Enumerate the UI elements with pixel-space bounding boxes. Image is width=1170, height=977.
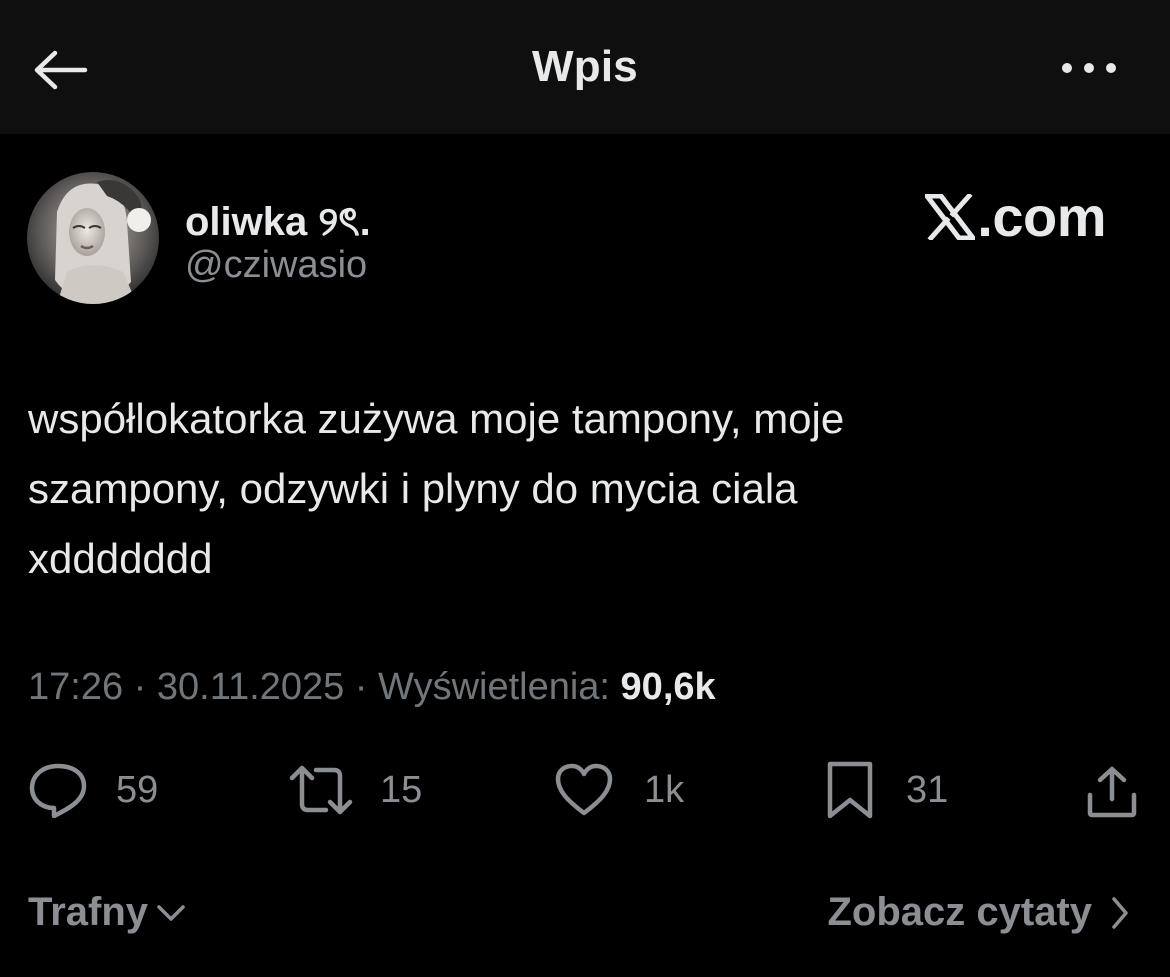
bookmark-button[interactable]: 31 <box>826 760 948 820</box>
repost-icon <box>289 765 353 815</box>
tweet-date[interactable]: 30.11.2025 <box>157 666 344 708</box>
meta-separator: · <box>123 666 157 708</box>
reply-button[interactable]: 59 <box>28 760 158 820</box>
avatar-photo <box>27 172 159 304</box>
quotes-label: Zobacz cytaty <box>827 890 1092 934</box>
tweet-line: szampony, odzywki i plyny do mycia ciala <box>28 465 798 512</box>
bookmark-icon <box>827 761 873 819</box>
more-options-button[interactable] <box>1054 48 1124 88</box>
share-icon <box>1087 766 1137 818</box>
like-button[interactable]: 1k <box>554 760 684 820</box>
repost-count: 15 <box>380 768 423 811</box>
tweet-text: współlokatorka zużywa moje tampony, moje… <box>28 384 1128 594</box>
author-handle[interactable]: @cziwasio <box>185 244 367 287</box>
tweet-time[interactable]: 17:26 <box>28 666 123 708</box>
heart-icon <box>555 763 613 816</box>
tweet-line: xddddddd <box>28 535 213 582</box>
top-bar: Wpis <box>0 0 1170 134</box>
meta-separator: · <box>344 666 379 708</box>
repost-button[interactable]: 15 <box>288 760 422 820</box>
chevron-down-icon <box>157 904 185 921</box>
views-label: Wyświetlenia: <box>378 666 621 708</box>
watermark-text: .com <box>977 185 1106 248</box>
sort-selector[interactable]: Trafny <box>28 890 186 935</box>
tweet-meta: 17:26 · 30.11.2025 · Wyświetlenia: 90,6k <box>28 666 716 709</box>
page-title: Wpis <box>532 42 638 91</box>
bookmark-count: 31 <box>906 768 949 811</box>
x-watermark: .com <box>925 184 1106 249</box>
view-quotes-link[interactable]: Zobacz cytaty <box>827 890 1130 935</box>
more-horizontal-icon <box>1062 63 1116 73</box>
share-button[interactable] <box>1082 762 1142 822</box>
views-count[interactable]: 90,6k <box>621 666 716 708</box>
like-count: 1k <box>644 768 685 811</box>
tweet-line: współlokatorka zużywa moje tampony, moje <box>28 395 845 442</box>
x-logo-icon <box>925 193 976 240</box>
reply-count: 59 <box>116 768 159 811</box>
chevron-right-icon <box>1112 896 1128 929</box>
avatar[interactable] <box>27 172 159 304</box>
reply-icon <box>29 763 87 818</box>
sort-label: Trafny <box>28 890 149 934</box>
